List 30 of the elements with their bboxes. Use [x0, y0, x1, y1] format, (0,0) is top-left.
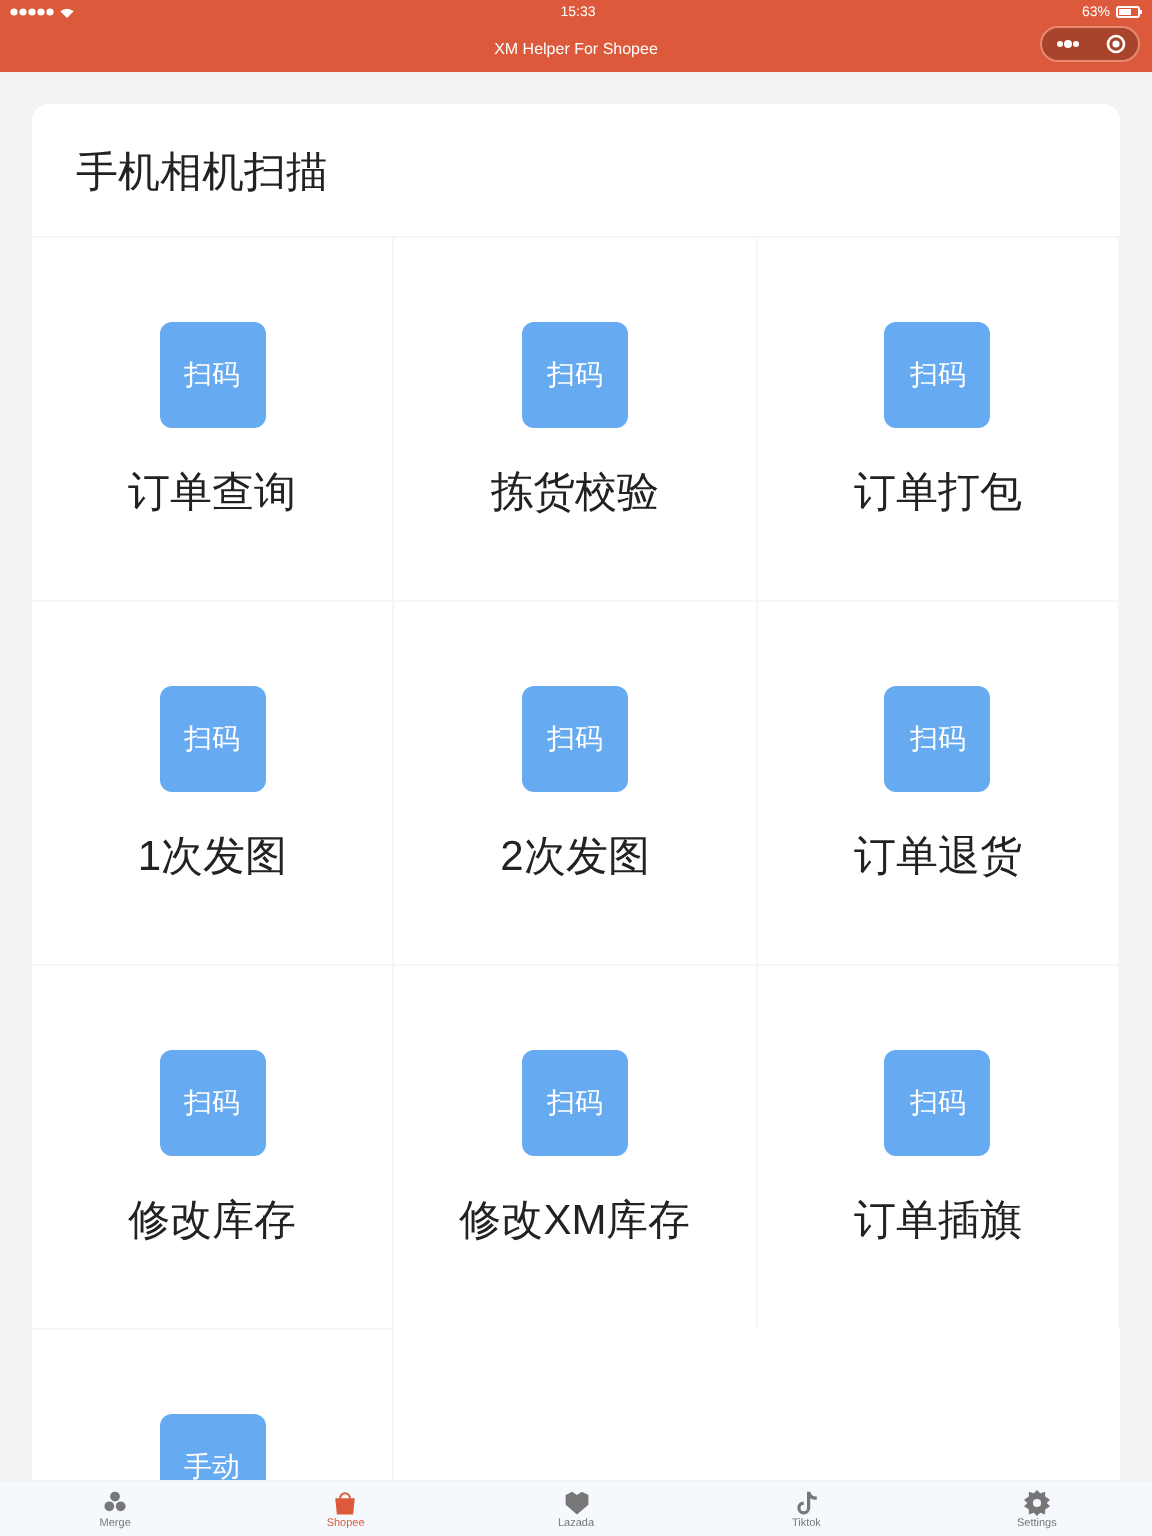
capsule-menu[interactable] — [1040, 26, 1140, 62]
battery-icon — [1115, 6, 1142, 18]
function-label: 修改XM库存 — [459, 1196, 691, 1248]
function-label: 2次发图 — [500, 832, 650, 884]
heart-icon — [563, 1489, 589, 1515]
scan-button[interactable]: 扫码 — [884, 686, 991, 792]
wifi-icon — [60, 7, 74, 17]
shopping-bag-icon — [332, 1489, 359, 1515]
function-label: 订单插旗 — [853, 1196, 1022, 1248]
signal-icon — [10, 8, 54, 16]
scan-button[interactable]: 扫码 — [521, 322, 628, 428]
settings-icon — [1023, 1489, 1050, 1515]
more-icon[interactable] — [1055, 40, 1079, 48]
function-label: 1次发图 — [137, 832, 287, 884]
scan-button[interactable]: 扫码 — [884, 322, 991, 428]
function-label: 修改库存 — [128, 1196, 297, 1248]
page-title: XM Helper For Shopee — [494, 39, 658, 57]
function-label: 订单查询 — [128, 468, 297, 520]
card-title: 手机相机扫描 — [74, 148, 330, 200]
scan-button[interactable]: 扫码 — [159, 686, 266, 792]
scan-button[interactable]: 扫码 — [159, 322, 266, 428]
scan-button[interactable]: 扫码 — [159, 1050, 266, 1156]
scan-button[interactable]: 扫码 — [521, 686, 628, 792]
function-label: 订单打包 — [853, 468, 1022, 520]
music-note-icon — [793, 1489, 820, 1515]
scan-button[interactable]: 扫码 — [521, 1050, 628, 1156]
scan-button[interactable]: 手动 — [159, 1414, 266, 1480]
scan-button[interactable]: 扫码 — [884, 1050, 991, 1156]
function-label: 拣货校验 — [490, 468, 659, 520]
function-label: 订单退货 — [853, 832, 1022, 884]
